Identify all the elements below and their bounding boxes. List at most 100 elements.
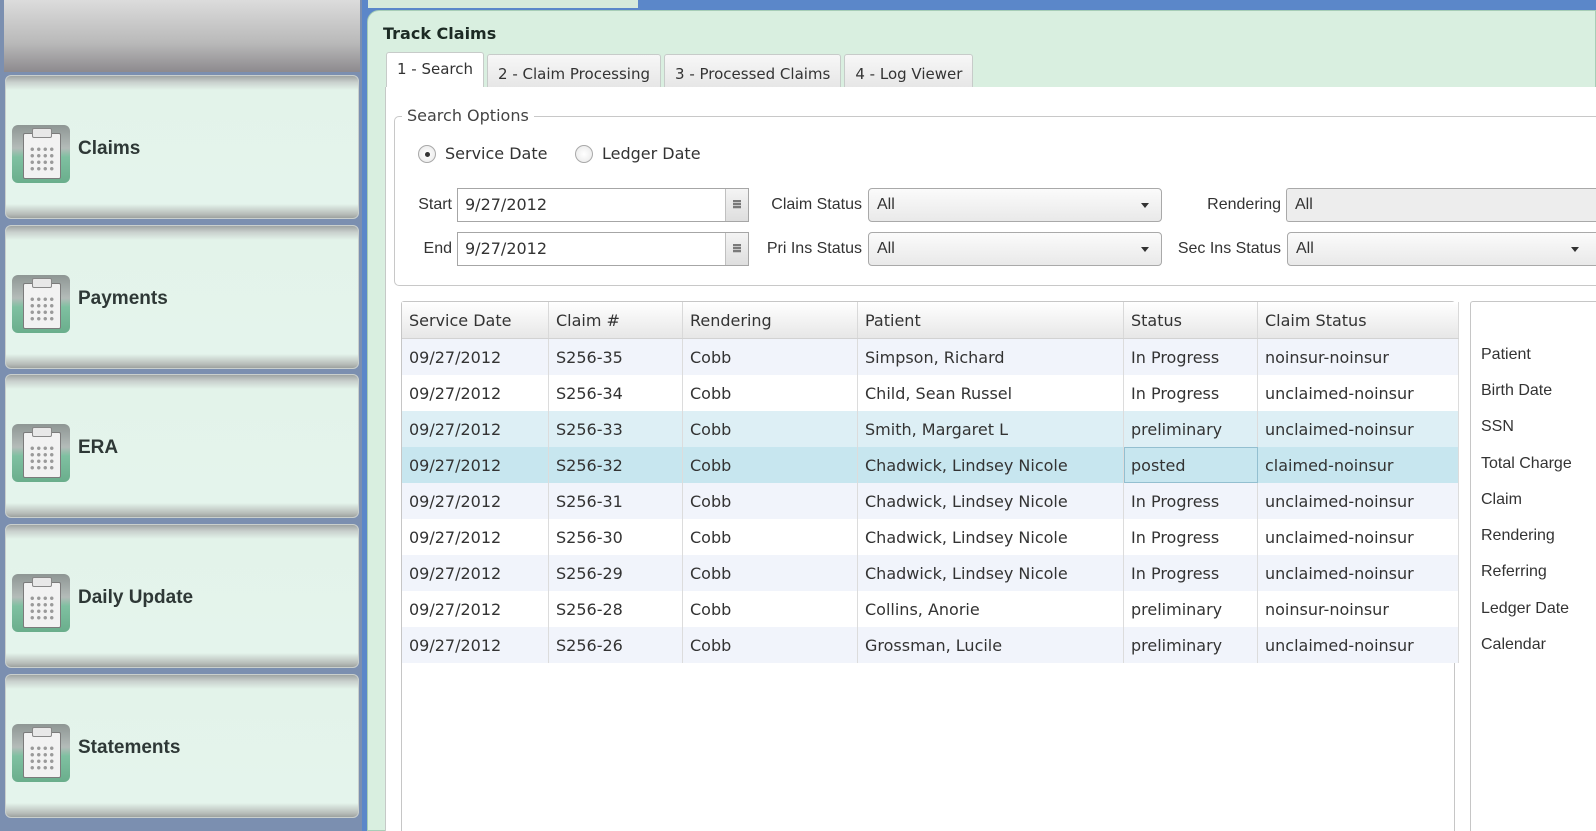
sidebar-item-era[interactable]: ERA — [5, 374, 359, 518]
cell-service-date[interactable]: 09/27/2012 — [402, 375, 549, 411]
cell-claim-number[interactable]: S256-28 — [548, 591, 683, 627]
sidebar-item-payments[interactable]: Payments — [5, 225, 359, 369]
cell-status[interactable]: In Progress — [1123, 338, 1258, 375]
column-header-rendering[interactable]: Rendering — [682, 302, 858, 339]
cell-claim-number[interactable]: S256-30 — [548, 519, 683, 555]
cell-claim-number[interactable]: S256-29 — [548, 555, 683, 591]
cell-patient[interactable]: Chadwick, Lindsey Nicole — [857, 519, 1124, 555]
cell-status[interactable]: In Progress — [1123, 375, 1258, 411]
cell-status[interactable]: In Progress — [1123, 519, 1258, 555]
cell-rendering[interactable]: Cobb — [682, 375, 858, 411]
keypad-grid — [29, 146, 55, 172]
calendar-icon[interactable] — [725, 189, 748, 221]
column-header-status[interactable]: Status — [1123, 302, 1258, 339]
cell-patient[interactable]: Simpson, Richard — [857, 338, 1124, 375]
cell-status[interactable]: preliminary — [1123, 411, 1258, 447]
cell-claim-number[interactable]: S256-26 — [548, 627, 683, 663]
tab-processed-claims[interactable]: 3 - Processed Claims — [664, 54, 842, 88]
cell-rendering[interactable]: Cobb — [682, 447, 858, 483]
cell-claim-status[interactable]: unclaimed-noinsur — [1257, 483, 1459, 519]
cell-patient[interactable]: Collins, Anorie — [857, 591, 1124, 627]
start-label: Start — [418, 196, 452, 213]
table-row[interactable]: 09/27/2012 S256-28 Cobb Collins, Anorie prel… — [402, 591, 1459, 627]
table-row[interactable]: 09/27/2012 S256-31 Cobb Chadwick, Lindsey N… — [402, 483, 1459, 519]
cell-status[interactable]: preliminary — [1123, 627, 1258, 663]
cell-service-date[interactable]: 09/27/2012 — [402, 627, 549, 663]
cell-rendering[interactable]: Cobb — [682, 483, 858, 519]
chevron-down-icon — [1141, 247, 1149, 252]
sec-ins-status-value: All — [1296, 240, 1314, 257]
cell-claim-status[interactable]: unclaimed-noinsur — [1257, 411, 1459, 447]
cell-claim-status[interactable]: unclaimed-noinsur — [1257, 555, 1459, 591]
cell-service-date[interactable]: 09/27/2012 — [402, 591, 549, 627]
cell-rendering[interactable]: Cobb — [682, 519, 858, 555]
end-date-field[interactable]: 9/27/2012 — [457, 232, 749, 266]
ledger-date-radio[interactable]: Ledger Date — [575, 144, 701, 163]
keypad-grid — [29, 595, 55, 621]
cell-service-date[interactable]: 09/27/2012 — [402, 411, 549, 447]
cell-claim-status[interactable]: unclaimed-noinsur — [1257, 627, 1459, 663]
rendering-label: Rendering — [1207, 196, 1281, 213]
cell-service-date[interactable]: 09/27/2012 — [402, 447, 549, 483]
cell-rendering[interactable]: Cobb — [682, 627, 858, 663]
page-title: Track Claims — [383, 24, 497, 43]
clipboard-calculator-icon — [12, 275, 70, 333]
cell-service-date[interactable]: 09/27/2012 — [402, 555, 549, 591]
cell-patient[interactable]: Child, Sean Russel — [857, 375, 1124, 411]
cell-rendering[interactable]: Cobb — [682, 591, 858, 627]
start-date-value: 9/27/2012 — [465, 195, 548, 214]
cell-claim-status[interactable]: unclaimed-noinsur — [1257, 375, 1459, 411]
cell-claim-number[interactable]: S256-31 — [548, 483, 683, 519]
column-header-service-date[interactable]: Service Date — [402, 302, 549, 339]
radio-circle[interactable] — [418, 144, 436, 163]
cell-claim-status[interactable]: noinsur-noinsur — [1257, 338, 1459, 375]
cell-status[interactable]: preliminary — [1123, 591, 1258, 627]
table-row[interactable]: 09/27/2012 S256-35 Cobb Simpson, Richard In … — [402, 338, 1459, 375]
cell-rendering[interactable]: Cobb — [682, 555, 858, 591]
service-date-radio[interactable]: Service Date — [418, 144, 547, 163]
table-row[interactable]: 09/27/2012 S256-33 Cobb Smith, Margaret Lpr… — [402, 411, 1459, 447]
cell-patient[interactable]: Chadwick, Lindsey Nicole — [857, 555, 1124, 591]
rendering-dropdown[interactable]: All — [1286, 188, 1596, 222]
cell-service-date[interactable]: 09/27/2012 — [402, 338, 549, 375]
cell-claim-number[interactable]: S256-33 — [548, 411, 683, 447]
pri-ins-status-dropdown[interactable]: All — [868, 232, 1162, 266]
radio-circle[interactable] — [575, 144, 593, 163]
cell-status[interactable]: In Progress — [1123, 555, 1258, 591]
calendar-icon[interactable] — [725, 233, 748, 265]
sec-ins-status-dropdown[interactable]: All — [1287, 232, 1596, 266]
cell-patient[interactable]: Chadwick, Lindsey Nicole — [857, 483, 1124, 519]
table-row[interactable]: 09/27/2012 S256-32 Cobb Chadwick, Lindsey N… — [402, 447, 1459, 483]
cell-claim-status[interactable]: claimed-noinsur — [1257, 447, 1459, 483]
table-row[interactable]: 09/27/2012 S256-34 Cobb Child, Sean Russel I… — [402, 375, 1459, 411]
cell-rendering[interactable]: Cobb — [682, 338, 858, 375]
cell-service-date[interactable]: 09/27/2012 — [402, 483, 549, 519]
start-date-field[interactable]: 9/27/2012 — [457, 188, 749, 222]
column-header-claim-status[interactable]: Claim Status — [1257, 302, 1459, 339]
column-header-claim-number[interactable]: Claim # — [548, 302, 683, 339]
tab-claim-processing[interactable]: 2 - Claim Processing — [487, 54, 662, 88]
sidebar-item-claims[interactable]: Claims — [5, 75, 359, 219]
column-header-patient[interactable]: Patient — [857, 302, 1124, 339]
cell-claim-number[interactable]: S256-35 — [548, 338, 683, 375]
cell-rendering[interactable]: Cobb — [682, 411, 858, 447]
table-row[interactable]: 09/27/2012 S256-30 Cobb Chadwick, Lindsey N… — [402, 519, 1459, 555]
chevron-down-icon — [1141, 203, 1149, 208]
table-row[interactable]: 09/27/2012 S256-26 Cobb Grossman, Lucile pre… — [402, 627, 1459, 663]
sidebar-item-daily-update[interactable]: Daily Update — [5, 524, 359, 668]
cell-patient[interactable]: Grossman, Lucile — [857, 627, 1124, 663]
sidebar-item-statements[interactable]: Statements — [5, 674, 359, 818]
cell-patient[interactable]: Chadwick, Lindsey Nicole — [857, 447, 1124, 483]
cell-status[interactable]: In Progress — [1123, 483, 1258, 519]
tab-search[interactable]: 1 - Search — [386, 52, 485, 88]
cell-claim-number[interactable]: S256-32 — [548, 447, 683, 483]
claim-status-dropdown[interactable]: All — [868, 188, 1162, 222]
cell-claim-status[interactable]: unclaimed-noinsur — [1257, 519, 1459, 555]
cell-status[interactable]: posted — [1123, 447, 1258, 483]
table-row[interactable]: 09/27/2012 S256-29 Cobb Chadwick, Lindsey N… — [402, 555, 1459, 591]
tab-log-viewer[interactable]: 4 - Log Viewer — [844, 54, 974, 88]
cell-service-date[interactable]: 09/27/2012 — [402, 519, 549, 555]
cell-claim-number[interactable]: S256-34 — [548, 375, 683, 411]
cell-claim-status[interactable]: noinsur-noinsur — [1257, 591, 1459, 627]
cell-patient[interactable]: Smith, Margaret L — [857, 411, 1124, 447]
